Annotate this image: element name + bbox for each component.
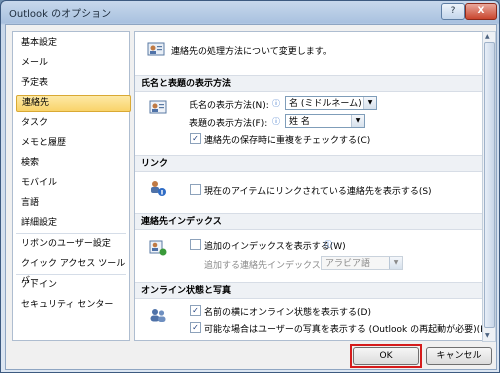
file-as-dropdown[interactable]: 姓 名 ▼ xyxy=(285,114,365,128)
full-name-value: 名 (ミドルネーム) 姓 xyxy=(289,99,374,109)
intro-text: 連絡先の処理方法について変更します。 xyxy=(171,47,332,57)
add-index-value: アラビア語 xyxy=(325,259,371,269)
nav-item-mail[interactable]: メール xyxy=(16,55,129,72)
nav-item-language[interactable]: 言語 xyxy=(16,195,129,212)
nav-item-search[interactable]: 検索 xyxy=(16,155,129,172)
title-bar: Outlook のオプション ? X xyxy=(1,1,499,23)
show-linked-checkbox[interactable] xyxy=(190,184,201,195)
nav-item-advanced[interactable]: 詳細設定 xyxy=(16,215,129,232)
nav-item-contacts[interactable]: 連絡先 xyxy=(16,95,131,112)
duplicate-check-checkbox[interactable]: ✓ xyxy=(190,133,201,144)
people-icon xyxy=(150,309,166,322)
user-photos-label: 可能な場合はユーザーの写真を表示する (Outlook の再起動が必要)(P) xyxy=(204,325,483,335)
chevron-down-icon: ▼ xyxy=(351,115,364,127)
nav-item-general[interactable]: 基本設定 xyxy=(16,35,129,52)
nav-item-mobile[interactable]: モバイル xyxy=(16,175,129,192)
settings-panel: 連絡先の処理方法について変更します。 氏名と表題の表示方法 氏名の表示方法(N)… xyxy=(134,31,483,341)
section-heading-index: 連絡先インデックス xyxy=(135,213,482,230)
info-icon: ⓘ xyxy=(272,99,280,108)
section-heading-linking: リンク xyxy=(135,155,482,172)
section-heading-online: オンライン状態と写真 xyxy=(135,282,482,299)
show-index-checkbox[interactable] xyxy=(190,239,201,250)
nav-divider xyxy=(16,233,126,234)
section-heading-names: 氏名と表題の表示方法 xyxy=(135,75,482,92)
file-as-value: 姓 名 xyxy=(289,117,310,127)
info-icon: ⓘ xyxy=(324,240,332,249)
add-index-dropdown[interactable]: アラビア語 ▼ xyxy=(321,256,403,270)
nav-item-calendar[interactable]: 予定表 xyxy=(16,75,129,92)
linked-contacts-icon xyxy=(151,181,166,196)
cancel-button[interactable]: キャンセル xyxy=(426,347,492,365)
online-status-label: 名前の横にオンライン状態を表示する(D) xyxy=(204,308,371,318)
nav-divider xyxy=(16,274,126,275)
nav-item-notes-journal[interactable]: メモと履歴 xyxy=(16,135,129,152)
add-index-label: 追加する連絡先インデックス(X): xyxy=(204,261,337,271)
show-linked-label: 現在のアイテムにリンクされている連絡先を表示する(S) xyxy=(204,187,432,197)
nav-item-tasks[interactable]: タスク xyxy=(16,115,129,132)
duplicate-check-label: 連絡先の保存時に重複をチェックする(C) xyxy=(204,136,371,146)
contact-card-icon xyxy=(147,42,165,56)
chevron-down-icon: ▼ xyxy=(363,97,376,109)
nav-item-add-ins[interactable]: アドイン xyxy=(16,277,129,294)
online-status-checkbox[interactable]: ✓ xyxy=(190,305,201,316)
settings-scrollbar[interactable]: ▲ ▼ xyxy=(482,31,496,342)
nav-item-trust-center[interactable]: セキュリティ センター xyxy=(16,297,129,314)
info-icon: ⓘ xyxy=(272,117,280,126)
chevron-down-icon: ▼ xyxy=(389,257,402,269)
dialog-body: 基本設定 メール 予定表 連絡先 タスク メモと履歴 検索 モバイル 言語 詳細… xyxy=(5,24,497,370)
name-card-icon xyxy=(149,100,167,114)
nav-item-customize-ribbon[interactable]: リボンのユーザー設定 xyxy=(16,236,129,253)
category-list: 基本設定 メール 予定表 連絡先 タスク メモと履歴 検索 モバイル 言語 詳細… xyxy=(12,31,131,341)
close-button[interactable]: X xyxy=(465,3,497,20)
options-window: Outlook のオプション ? X 基本設定 メール 予定表 連絡先 タスク … xyxy=(0,0,500,373)
help-button[interactable]: ? xyxy=(441,3,465,20)
nav-item-quick-access-toolbar[interactable]: クイック アクセス ツール バー xyxy=(16,256,129,286)
window-title: Outlook のオプション xyxy=(9,9,112,20)
contact-index-icon xyxy=(149,240,167,256)
scroll-down-icon[interactable]: ▼ xyxy=(485,332,490,339)
user-photos-checkbox[interactable]: ✓ xyxy=(190,322,201,333)
full-name-dropdown[interactable]: 名 (ミドルネーム) 姓 ▼ xyxy=(285,96,377,110)
ok-button[interactable]: OK xyxy=(353,347,419,365)
scroll-up-icon[interactable]: ▲ xyxy=(485,33,490,40)
scrollbar-thumb[interactable] xyxy=(484,42,495,328)
file-as-label: 表題の表示方法(F): xyxy=(189,119,268,129)
full-name-label: 氏名の表示方法(N): xyxy=(189,101,269,111)
